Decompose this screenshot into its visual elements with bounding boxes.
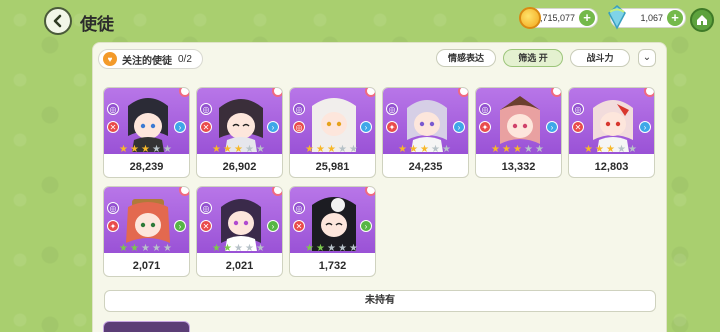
combat-power: 12,803	[594, 161, 629, 173]
followed-apostles-filter[interactable]: ♥ 关注的使徒 0/2	[98, 49, 203, 69]
follow-count: 0/2	[178, 53, 192, 65]
favorite-flower-icon[interactable]	[365, 187, 375, 196]
sort-power-button[interactable]: 战斗力	[570, 49, 630, 67]
sort-order-button[interactable]: ⌄	[638, 49, 656, 67]
favorite-flower-icon[interactable]	[551, 88, 561, 97]
gold-currency: 1,715,077 +	[519, 7, 598, 29]
element-icon: ›	[174, 121, 186, 133]
page-title: 使徒	[80, 15, 114, 34]
weapon-icon: ◎	[293, 121, 305, 133]
class-icon: ◎	[200, 202, 212, 214]
class-icon: ◎	[293, 103, 305, 115]
element-icon: ›	[267, 220, 279, 232]
filter-toggle-button[interactable]: 筛选 开	[503, 49, 563, 67]
weapon-icon: ✕	[293, 220, 305, 232]
favorite-flower-icon[interactable]	[272, 187, 282, 196]
favorite-flower-icon[interactable]	[272, 88, 282, 97]
weapon-icon: ✕	[572, 121, 584, 133]
favorite-flower-icon[interactable]	[179, 88, 189, 97]
class-icon: ◎	[107, 202, 119, 214]
apostle-card[interactable]: ◎ ✦ › ★ ★ ★ ★ ★ 2,071	[103, 186, 190, 277]
apostle-card[interactable]: ◎ ✦ › ★ ★ ★ ★ ★ 24,235	[382, 87, 469, 178]
class-icon: ◎	[107, 103, 119, 115]
apostle-card[interactable]: ◎ ✕ › ★ ★ ★ ★ ★ 2,021	[196, 186, 283, 277]
element-icon: ›	[546, 121, 558, 133]
element-icon: ›	[360, 220, 372, 232]
star-rating: ★ ★ ★ ★ ★	[119, 243, 172, 254]
apostle-card[interactable]: ◎ ✕ › ★ ★ ★ ★ ★ 28,239	[103, 87, 190, 178]
combat-power: 1,732	[318, 260, 347, 272]
home-button[interactable]	[690, 8, 714, 32]
crystal-icon	[608, 5, 626, 30]
star-rating: ★ ★ ★ ★ ★	[305, 243, 358, 254]
element-icon: ›	[453, 121, 465, 133]
apostle-card[interactable]: ◎ ✦ › ★ ★ ★ ★ ★ 13,332	[475, 87, 562, 178]
follow-label: 关注的使徒	[122, 55, 172, 67]
star-rating: ★ ★ ★ ★ ★	[584, 144, 637, 155]
double-chevron-down-icon: ⌄	[642, 52, 652, 63]
weapon-icon: ✕	[200, 121, 212, 133]
class-icon: ◎	[386, 103, 398, 115]
combat-power: 24,235	[408, 161, 443, 173]
favorite-flower-icon[interactable]	[458, 88, 468, 97]
combat-power: 2,021	[225, 260, 254, 272]
home-icon	[697, 15, 707, 25]
favorite-flower-icon[interactable]	[644, 88, 654, 97]
star-rating: ★ ★ ★ ★ ★	[491, 144, 544, 155]
not-owned-section-header[interactable]: 未持有	[104, 290, 656, 312]
element-icon: ›	[267, 121, 279, 133]
add-gem-button[interactable]: +	[667, 10, 683, 26]
top-bar: 使徒 1,715,077 + 1,067 +	[0, 0, 720, 40]
emotion-expression-button[interactable]: 情感表达	[436, 49, 496, 67]
class-icon: ◎	[200, 103, 212, 115]
combat-power: 13,332	[501, 161, 536, 173]
class-icon: ◎	[293, 202, 305, 214]
apostle-card[interactable]: ◎ ✕ › ★ ★ ★ ★ ★ 26,902	[196, 87, 283, 178]
favorite-flower-icon[interactable]	[365, 88, 375, 97]
apostle-card[interactable]: ◎ ✕ › ★ ★ ★ ★ ★ 1,732	[289, 186, 376, 277]
element-icon: ›	[360, 121, 372, 133]
weapon-icon: ✦	[479, 121, 491, 133]
weapon-icon: ✦	[107, 220, 119, 232]
coin-icon	[519, 7, 541, 29]
add-gold-button[interactable]: +	[579, 10, 595, 26]
combat-power: 2,071	[132, 260, 161, 272]
element-icon: ›	[174, 220, 186, 232]
combat-power: 28,239	[129, 161, 164, 173]
star-rating: ★ ★ ★ ★ ★	[305, 144, 358, 155]
star-rating: ★ ★ ★ ★ ★	[212, 144, 265, 155]
weapon-icon: ✕	[200, 220, 212, 232]
chevron-left-icon	[53, 14, 62, 28]
star-rating: ★ ★ ★ ★ ★	[212, 243, 265, 254]
weapon-icon: ✕	[107, 121, 119, 133]
weapon-icon: ✦	[386, 121, 398, 133]
combat-power: 26,902	[222, 161, 257, 173]
apostle-card[interactable]: ◎ ✕ › ★ ★ ★ ★ ★ 12,803	[568, 87, 655, 178]
class-icon: ◎	[572, 103, 584, 115]
element-icon: ›	[639, 121, 651, 133]
combat-power: 25,981	[315, 161, 350, 173]
class-icon: ◎	[479, 103, 491, 115]
apostle-card[interactable]: ◎ ◎ › ★ ★ ★ ★ ★ 25,981	[289, 87, 376, 178]
gem-currency: 1,067 +	[608, 5, 686, 30]
favorite-flower-icon[interactable]	[179, 187, 189, 196]
heart-icon: ♥	[103, 52, 117, 66]
star-rating: ★ ★ ★ ★ ★	[398, 144, 451, 155]
back-button[interactable]	[44, 7, 72, 35]
apostle-card-partial[interactable]	[103, 321, 190, 332]
star-rating: ★ ★ ★ ★ ★	[119, 144, 172, 155]
